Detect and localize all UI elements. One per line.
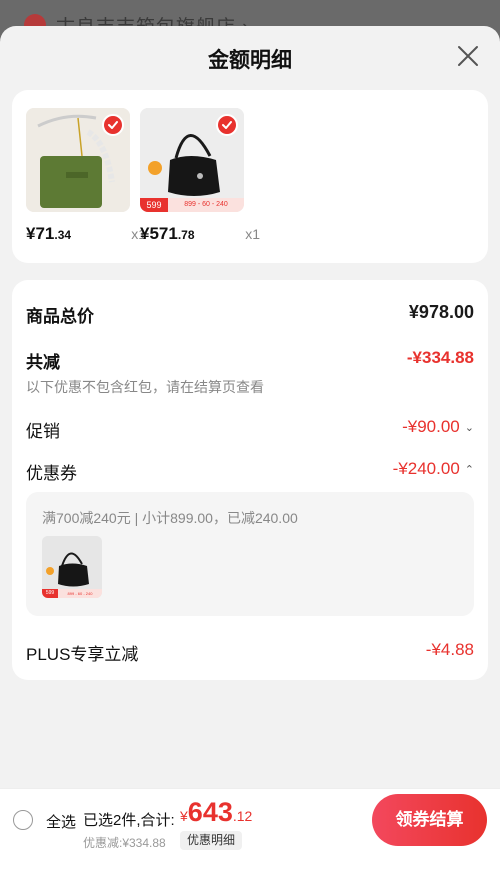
total-reduce-value: -¥334.88: [406, 348, 474, 367]
plus-reduce-label: PLUS专享立减: [26, 645, 139, 664]
product-price: ¥571.78: [140, 224, 195, 243]
sheet-title: 金额明细: [208, 49, 292, 72]
checkout-button[interactable]: 领券结算: [372, 794, 487, 846]
selected-count-label: 已选2件,合计:: [83, 812, 175, 829]
promo-price-tag: 599 899 - 60 - 240: [42, 589, 102, 598]
selected-check-icon[interactable]: [102, 114, 124, 136]
product-item[interactable]: 599 899 - 60 - 240 ¥571.78 x1: [140, 108, 260, 243]
promo-value: -¥90.00 ⌄: [402, 417, 474, 436]
discount-detail-button[interactable]: 优惠明细: [180, 831, 243, 850]
product-price-row: ¥71.34 x1: [26, 224, 146, 248]
selected-check-icon[interactable]: [216, 114, 238, 136]
black-shoulder-bag-image: 599 899 - 60 - 240: [140, 108, 244, 212]
amount-detail-sheet: 金额明细 ¥71.34 x1 599 899 - 60 - 240 ¥571.7…: [0, 26, 500, 893]
coupon-product-image: 599 899 - 60 - 240: [42, 536, 102, 598]
products-card: ¥71.34 x1 599 899 - 60 - 240 ¥571.78 x1: [12, 90, 488, 263]
chevron-up-icon[interactable]: ⌃: [465, 463, 474, 476]
product-item[interactable]: ¥71.34 x1: [26, 108, 146, 243]
select-all-label[interactable]: 全选: [46, 811, 76, 832]
sheet-header: 金额明细: [0, 26, 500, 90]
green-handbag-image: [26, 108, 130, 212]
discount-summary: 优惠减:¥334.88: [83, 836, 166, 850]
checkout-bar: 全选 已选2件,合计: ¥643.12 优惠减:¥334.88 优惠明细 领券结…: [0, 788, 500, 893]
close-icon[interactable]: [456, 44, 480, 68]
coupon-value: -¥240.00 ⌃: [392, 459, 474, 478]
plus-reduce-value: -¥4.88: [425, 640, 474, 659]
select-all-radio[interactable]: [13, 810, 33, 830]
total-price-value: ¥978.00: [408, 302, 474, 322]
product-qty: x1: [245, 226, 260, 242]
total-amount: ¥643.12: [180, 797, 253, 827]
chevron-down-icon[interactable]: ⌄: [465, 421, 474, 434]
coupon-label: 优惠券: [26, 464, 77, 483]
product-price: ¥71.34: [26, 224, 72, 243]
coupon-detail-box: 满700减240元 | 小计899.00，已减240.00 599 899 - …: [26, 492, 474, 616]
coupon-detail-text: 满700减240元 | 小计899.00，已减240.00: [42, 510, 298, 526]
promo-price-tag: 599 899 - 60 - 240: [140, 198, 244, 212]
reduce-note: 以下优惠不包含红包，请在结算页查看: [26, 379, 264, 395]
product-price-row: ¥571.78 x1: [140, 224, 260, 248]
total-reduce-label: 共减: [26, 353, 60, 372]
total-price-label: 商品总价: [26, 307, 94, 326]
price-details-card: 商品总价 ¥978.00 共减 -¥334.88 以下优惠不包含红包，请在结算页…: [12, 280, 488, 680]
promo-label: 促销: [26, 422, 60, 441]
